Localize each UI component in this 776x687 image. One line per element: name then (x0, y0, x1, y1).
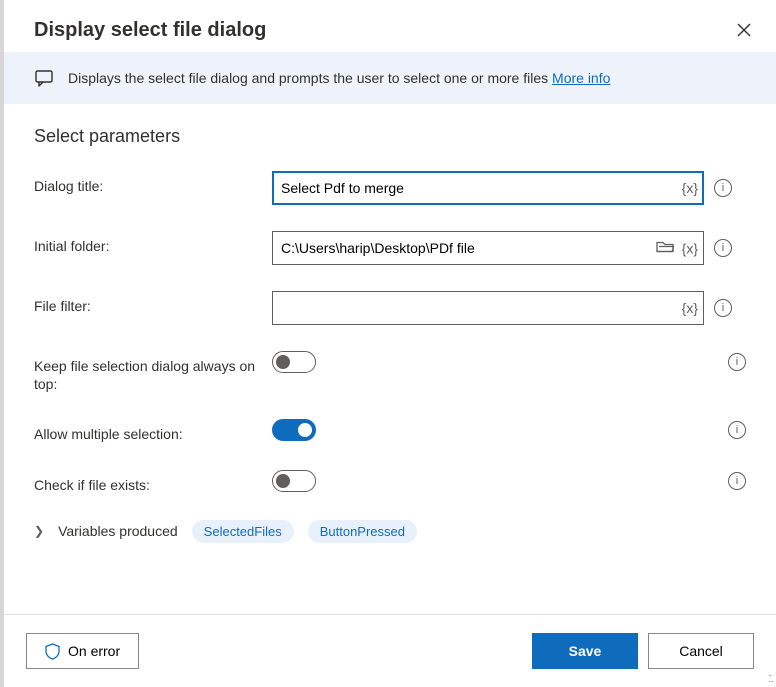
toggle-knob (298, 423, 312, 437)
chevron-right-icon: ❯ (34, 524, 44, 538)
close-icon (737, 23, 751, 37)
info-banner: Displays the select file dialog and prom… (4, 52, 776, 104)
fx-icon[interactable]: {x} (682, 180, 698, 196)
comment-icon (34, 68, 54, 88)
label-keep-on-top: Keep file selection dialog always on top… (34, 351, 272, 393)
row-file-filter: File filter: {x} i (34, 291, 746, 325)
folder-open-icon[interactable] (656, 240, 674, 257)
input-wrap-dialog-title: {x} (272, 171, 704, 205)
info-icon[interactable]: i (714, 179, 732, 197)
label-allow-multi: Allow multiple selection: (34, 419, 272, 443)
dialog-body: Select parameters Dialog title: {x} i In… (4, 104, 776, 614)
info-icon[interactable]: i (714, 299, 732, 317)
info-icon[interactable]: i (714, 239, 732, 257)
row-dialog-title: Dialog title: {x} i (34, 171, 746, 205)
on-error-button[interactable]: On error (26, 633, 139, 669)
variables-title: Variables produced (58, 523, 178, 539)
info-icon[interactable]: i (728, 421, 746, 439)
shield-icon (45, 643, 60, 660)
fx-icon[interactable]: {x} (682, 240, 698, 256)
banner-text: Displays the select file dialog and prom… (68, 70, 610, 86)
fx-icon[interactable]: {x} (682, 300, 698, 316)
keep-on-top-toggle[interactable] (272, 351, 316, 373)
more-info-link[interactable]: More info (552, 70, 610, 86)
dialog-title-input[interactable] (272, 171, 704, 205)
banner-message: Displays the select file dialog and prom… (68, 70, 552, 86)
on-error-label: On error (68, 643, 120, 659)
save-label: Save (569, 643, 602, 659)
save-button[interactable]: Save (532, 633, 638, 669)
row-keep-on-top: Keep file selection dialog always on top… (34, 351, 746, 393)
cancel-label: Cancel (679, 643, 723, 659)
info-icon[interactable]: i (728, 353, 746, 371)
info-icon[interactable]: i (728, 472, 746, 490)
input-wrap-initial-folder: {x} (272, 231, 704, 265)
row-allow-multi: Allow multiple selection: i (34, 419, 746, 443)
row-initial-folder: Initial folder: {x} i (34, 231, 746, 265)
allow-multi-toggle[interactable] (272, 419, 316, 441)
toggle-knob (276, 474, 290, 488)
label-dialog-title: Dialog title: (34, 171, 272, 195)
row-check-exists: Check if file exists: i (34, 470, 746, 494)
label-check-exists: Check if file exists: (34, 470, 272, 494)
input-wrap-file-filter: {x} (272, 291, 704, 325)
initial-folder-input[interactable] (272, 231, 704, 265)
toggle-knob (276, 355, 290, 369)
cancel-button[interactable]: Cancel (648, 633, 754, 669)
file-filter-input[interactable] (272, 291, 704, 325)
label-initial-folder: Initial folder: (34, 231, 272, 255)
variable-badge[interactable]: ButtonPressed (308, 520, 417, 543)
close-button[interactable] (732, 18, 756, 42)
check-exists-toggle[interactable] (272, 470, 316, 492)
label-file-filter: File filter: (34, 291, 272, 315)
variables-produced[interactable]: ❯ Variables produced SelectedFiles Butto… (34, 520, 746, 543)
dialog-title: Display select file dialog (34, 19, 266, 42)
dialog-window: Display select file dialog Displays the … (0, 0, 776, 687)
dialog-footer: On error Save Cancel (4, 614, 776, 687)
section-title: Select parameters (34, 126, 746, 147)
variable-badge[interactable]: SelectedFiles (192, 520, 294, 543)
dialog-header: Display select file dialog (4, 0, 776, 52)
